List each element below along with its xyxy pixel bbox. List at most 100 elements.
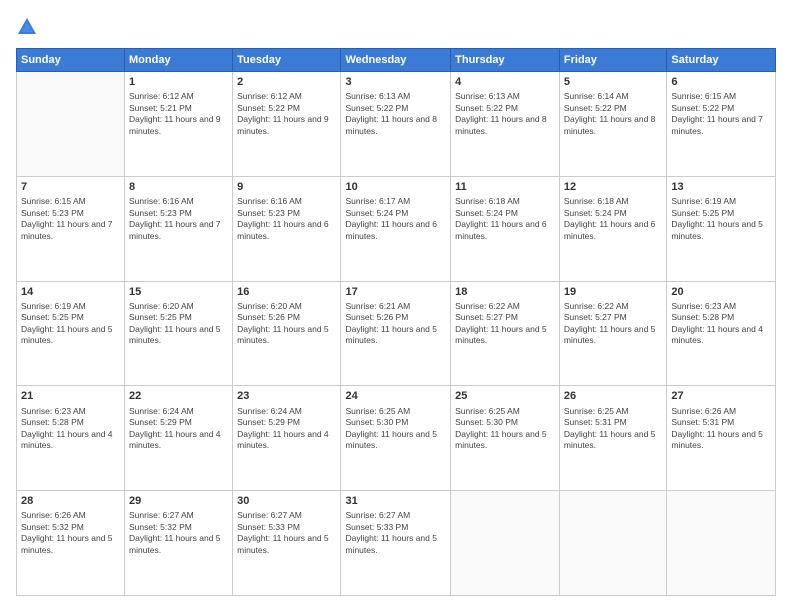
day-number: 8	[129, 180, 228, 194]
day-cell: 19 Sunrise: 6:22 AM Sunset: 5:27 PM Dayli…	[559, 281, 666, 386]
day-header-saturday: Saturday	[667, 49, 776, 72]
day-number: 4	[455, 75, 555, 89]
day-header-monday: Monday	[125, 49, 233, 72]
day-cell: 10 Sunrise: 6:17 AM Sunset: 5:24 PM Dayli…	[341, 176, 451, 281]
day-cell: 3 Sunrise: 6:13 AM Sunset: 5:22 PM Daylig…	[341, 72, 451, 177]
day-number: 15	[129, 285, 228, 299]
day-cell: 18 Sunrise: 6:22 AM Sunset: 5:27 PM Dayli…	[451, 281, 560, 386]
day-number: 9	[237, 180, 336, 194]
day-info: Sunrise: 6:26 AM Sunset: 5:32 PM Dayligh…	[21, 510, 120, 556]
day-number: 19	[564, 285, 662, 299]
day-cell: 13 Sunrise: 6:19 AM Sunset: 5:25 PM Dayli…	[667, 176, 776, 281]
day-info: Sunrise: 6:21 AM Sunset: 5:26 PM Dayligh…	[345, 301, 446, 347]
day-info: Sunrise: 6:25 AM Sunset: 5:30 PM Dayligh…	[455, 406, 555, 452]
day-header-thursday: Thursday	[451, 49, 560, 72]
day-number: 12	[564, 180, 662, 194]
day-cell: 14 Sunrise: 6:19 AM Sunset: 5:25 PM Dayli…	[17, 281, 125, 386]
day-number: 7	[21, 180, 120, 194]
calendar-table: SundayMondayTuesdayWednesdayThursdayFrid…	[16, 48, 776, 596]
day-number: 3	[345, 75, 446, 89]
day-header-friday: Friday	[559, 49, 666, 72]
day-number: 10	[345, 180, 446, 194]
day-number: 18	[455, 285, 555, 299]
header	[16, 16, 776, 38]
day-number: 5	[564, 75, 662, 89]
week-row-4: 28 Sunrise: 6:26 AM Sunset: 5:32 PM Dayli…	[17, 491, 776, 596]
day-cell	[17, 72, 125, 177]
week-row-3: 21 Sunrise: 6:23 AM Sunset: 5:28 PM Dayli…	[17, 386, 776, 491]
day-cell: 9 Sunrise: 6:16 AM Sunset: 5:23 PM Daylig…	[233, 176, 341, 281]
day-cell: 11Sunrise: 6:18 AM Sunset: 5:24 PM Dayli…	[451, 176, 560, 281]
day-cell: 1 Sunrise: 6:12 AM Sunset: 5:21 PM Daylig…	[125, 72, 233, 177]
day-cell: 29Sunrise: 6:27 AM Sunset: 5:32 PM Dayli…	[125, 491, 233, 596]
day-cell	[451, 491, 560, 596]
day-number: 6	[671, 75, 771, 89]
day-cell: 8 Sunrise: 6:16 AM Sunset: 5:23 PM Daylig…	[125, 176, 233, 281]
day-info: Sunrise: 6:12 AM Sunset: 5:22 PM Dayligh…	[237, 91, 336, 137]
day-info: Sunrise: 6:20 AM Sunset: 5:26 PM Dayligh…	[237, 301, 336, 347]
week-row-0: 1 Sunrise: 6:12 AM Sunset: 5:21 PM Daylig…	[17, 72, 776, 177]
day-cell: 24Sunrise: 6:25 AM Sunset: 5:30 PM Dayli…	[341, 386, 451, 491]
day-cell: 2 Sunrise: 6:12 AM Sunset: 5:22 PM Daylig…	[233, 72, 341, 177]
day-info: Sunrise: 6:23 AM Sunset: 5:28 PM Dayligh…	[671, 301, 771, 347]
day-info: Sunrise: 6:13 AM Sunset: 5:22 PM Dayligh…	[345, 91, 446, 137]
day-cell: 22 Sunrise: 6:24 AM Sunset: 5:29 PM Dayli…	[125, 386, 233, 491]
day-info: Sunrise: 6:12 AM Sunset: 5:21 PM Dayligh…	[129, 91, 228, 137]
day-info: Sunrise: 6:27 AM Sunset: 5:33 PM Dayligh…	[345, 510, 446, 556]
day-info: Sunrise: 6:24 AM Sunset: 5:29 PM Dayligh…	[237, 406, 336, 452]
day-cell: 12Sunrise: 6:18 AM Sunset: 5:24 PM Dayli…	[559, 176, 666, 281]
day-info: Sunrise: 6:22 AM Sunset: 5:27 PM Dayligh…	[564, 301, 662, 347]
day-cell	[559, 491, 666, 596]
day-number: 26	[564, 389, 662, 403]
day-number: 31	[345, 494, 446, 508]
day-header-sunday: Sunday	[17, 49, 125, 72]
day-number: 28	[21, 494, 120, 508]
day-info: Sunrise: 6:24 AM Sunset: 5:29 PM Dayligh…	[129, 406, 228, 452]
day-info: Sunrise: 6:18 AM Sunset: 5:24 PM Dayligh…	[455, 196, 555, 242]
day-cell: 4 Sunrise: 6:13 AM Sunset: 5:22 PM Daylig…	[451, 72, 560, 177]
day-number: 25	[455, 389, 555, 403]
day-cell: 15 Sunrise: 6:20 AM Sunset: 5:25 PM Dayli…	[125, 281, 233, 386]
day-cell	[667, 491, 776, 596]
day-cell: 21 Sunrise: 6:23 AM Sunset: 5:28 PM Dayli…	[17, 386, 125, 491]
day-cell: 5Sunrise: 6:14 AM Sunset: 5:22 PM Daylig…	[559, 72, 666, 177]
day-info: Sunrise: 6:27 AM Sunset: 5:33 PM Dayligh…	[237, 510, 336, 556]
day-header-wednesday: Wednesday	[341, 49, 451, 72]
day-cell: 7Sunrise: 6:15 AM Sunset: 5:23 PM Daylig…	[17, 176, 125, 281]
day-number: 22	[129, 389, 228, 403]
day-info: Sunrise: 6:17 AM Sunset: 5:24 PM Dayligh…	[345, 196, 446, 242]
day-cell: 23Sunrise: 6:24 AM Sunset: 5:29 PM Dayli…	[233, 386, 341, 491]
day-cell: 20 Sunrise: 6:23 AM Sunset: 5:28 PM Dayli…	[667, 281, 776, 386]
day-number: 13	[671, 180, 771, 194]
day-number: 20	[671, 285, 771, 299]
day-number: 16	[237, 285, 336, 299]
page: SundayMondayTuesdayWednesdayThursdayFrid…	[0, 0, 792, 612]
day-info: Sunrise: 6:23 AM Sunset: 5:28 PM Dayligh…	[21, 406, 120, 452]
day-cell: 25 Sunrise: 6:25 AM Sunset: 5:30 PM Dayli…	[451, 386, 560, 491]
day-number: 17	[345, 285, 446, 299]
day-info: Sunrise: 6:22 AM Sunset: 5:27 PM Dayligh…	[455, 301, 555, 347]
day-info: Sunrise: 6:19 AM Sunset: 5:25 PM Dayligh…	[21, 301, 120, 347]
day-cell: 28 Sunrise: 6:26 AM Sunset: 5:32 PM Dayli…	[17, 491, 125, 596]
day-number: 1	[129, 75, 228, 89]
day-number: 2	[237, 75, 336, 89]
day-cell: 17 Sunrise: 6:21 AM Sunset: 5:26 PM Dayli…	[341, 281, 451, 386]
day-info: Sunrise: 6:19 AM Sunset: 5:25 PM Dayligh…	[671, 196, 771, 242]
day-number: 14	[21, 285, 120, 299]
day-info: Sunrise: 6:26 AM Sunset: 5:31 PM Dayligh…	[671, 406, 771, 452]
day-info: Sunrise: 6:16 AM Sunset: 5:23 PM Dayligh…	[129, 196, 228, 242]
day-number: 30	[237, 494, 336, 508]
day-info: Sunrise: 6:15 AM Sunset: 5:22 PM Dayligh…	[671, 91, 771, 137]
logo	[16, 16, 42, 38]
days-header-row: SundayMondayTuesdayWednesdayThursdayFrid…	[17, 49, 776, 72]
day-cell: 31 Sunrise: 6:27 AM Sunset: 5:33 PM Dayli…	[341, 491, 451, 596]
day-info: Sunrise: 6:20 AM Sunset: 5:25 PM Dayligh…	[129, 301, 228, 347]
day-number: 29	[129, 494, 228, 508]
week-row-1: 7Sunrise: 6:15 AM Sunset: 5:23 PM Daylig…	[17, 176, 776, 281]
day-cell: 27Sunrise: 6:26 AM Sunset: 5:31 PM Dayli…	[667, 386, 776, 491]
day-number: 21	[21, 389, 120, 403]
day-cell: 6 Sunrise: 6:15 AM Sunset: 5:22 PM Daylig…	[667, 72, 776, 177]
day-number: 24	[345, 389, 446, 403]
day-info: Sunrise: 6:13 AM Sunset: 5:22 PM Dayligh…	[455, 91, 555, 137]
day-info: Sunrise: 6:16 AM Sunset: 5:23 PM Dayligh…	[237, 196, 336, 242]
